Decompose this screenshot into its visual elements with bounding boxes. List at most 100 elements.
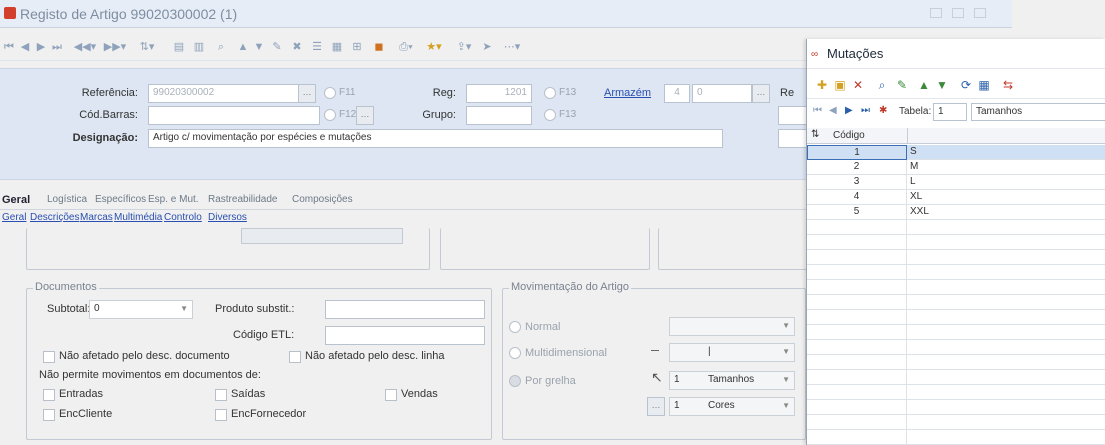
subtotal-select[interactable]: 0 ▼ (89, 300, 193, 319)
col-codigo[interactable]: Código (833, 130, 865, 141)
sort-icon[interactable]: ⇅ (811, 129, 819, 140)
nao-afetado-doc-checkbox[interactable] (43, 351, 55, 363)
grelha-row1-select[interactable]: 1 Tamanhos ▼ (669, 371, 795, 390)
table-row[interactable] (807, 325, 1105, 340)
multidimensional-radio[interactable] (509, 347, 521, 359)
edit-icon[interactable]: ✎ (270, 40, 284, 54)
vendas-checkbox[interactable] (385, 389, 397, 401)
back-icon[interactable]: ◀◀▾ (70, 40, 100, 54)
minimize-icon[interactable] (930, 8, 942, 18)
prev-record-icon[interactable]: ◀ (18, 40, 32, 54)
refresh-icon[interactable]: ⟳ (959, 78, 973, 92)
tabela-input[interactable]: 1 (933, 103, 967, 121)
export-icon[interactable]: ⇪▾ (452, 40, 476, 54)
cod-barras-lookup-button[interactable]: … (356, 106, 374, 125)
table-row[interactable]: 4 XL (807, 190, 1105, 205)
report-icon[interactable]: ◼ (372, 40, 386, 54)
subtab-descricoes[interactable]: Descrições (30, 212, 79, 223)
referencia-input[interactable]: 99020300002 (148, 84, 303, 103)
cod-barras-input[interactable] (148, 106, 320, 125)
reg-f13-radio[interactable] (544, 87, 556, 99)
grid-icon[interactable]: ▦ (977, 78, 991, 92)
remove-icon[interactable]: ✕ (851, 78, 865, 92)
table-row[interactable]: 2M (807, 160, 1105, 175)
tab-rastreabilidade[interactable]: Rastreabilidade (208, 194, 278, 205)
referencia-f11-radio[interactable] (324, 87, 336, 99)
swap-icon[interactable]: ⇆ (1001, 78, 1015, 92)
move-up-icon[interactable]: ▲ (917, 78, 931, 92)
last-icon[interactable]: ⏭ (861, 105, 870, 116)
normal-select[interactable]: ▼ (669, 317, 795, 336)
favorite-icon[interactable]: ★▾ (422, 40, 446, 54)
prev-icon[interactable]: ◀ (829, 105, 837, 116)
armazem-lookup-button[interactable]: … (752, 84, 770, 103)
filter-icon[interactable]: ⊞ (350, 40, 364, 54)
tab-especificos[interactable]: Específicos (95, 194, 146, 205)
maximize-icon[interactable] (952, 8, 964, 18)
tab-logistica[interactable]: Logística (47, 194, 87, 205)
normal-radio[interactable] (509, 321, 521, 333)
armazem-link[interactable]: Armazém (604, 87, 651, 99)
enc-cliente-checkbox[interactable] (43, 409, 55, 421)
grelha-row2-select[interactable]: 1 Cores ▼ (669, 397, 795, 416)
first-record-icon[interactable]: ⏮ (2, 40, 16, 54)
grupo-input[interactable] (466, 106, 532, 125)
table-row[interactable] (807, 400, 1105, 415)
table-row[interactable] (807, 370, 1105, 385)
subtab-marcas[interactable]: Marcas (80, 212, 113, 223)
sort-icon[interactable]: ⇅▾ (134, 40, 160, 54)
send-icon[interactable]: ➤ (480, 40, 494, 54)
table-row[interactable] (807, 250, 1105, 265)
copy-icon[interactable]: ▥ (192, 40, 206, 54)
list-icon[interactable]: ☰ (310, 40, 324, 54)
first-icon[interactable]: ⏮ (813, 105, 822, 116)
subtab-multimedia[interactable]: Multimédia (114, 212, 162, 223)
table-row[interactable]: 1S (807, 145, 1105, 160)
search-icon[interactable]: ⌕ (875, 78, 889, 92)
forward-icon[interactable]: ▶▶▾ (100, 40, 130, 54)
move-down-icon[interactable]: ▼ (935, 78, 949, 92)
side-input-2[interactable] (778, 129, 808, 148)
side-input-1[interactable] (778, 106, 808, 125)
next-icon[interactable]: ▶ (845, 105, 853, 116)
table-row[interactable] (807, 295, 1105, 310)
new-icon[interactable]: ✚ (815, 78, 829, 92)
table-row[interactable] (807, 310, 1105, 325)
table-row[interactable] (807, 385, 1105, 400)
nav-down-icon[interactable]: ▼ (252, 40, 266, 54)
armazem-code-input[interactable]: 4 (664, 84, 690, 103)
table-row[interactable] (807, 265, 1105, 280)
grupo-f13-radio[interactable] (544, 109, 556, 121)
table-row[interactable] (807, 235, 1105, 250)
table-row[interactable]: 3L (807, 175, 1105, 190)
por-grelha-radio[interactable] (509, 375, 521, 387)
cod-barras-f12-radio[interactable] (324, 109, 336, 121)
close-icon[interactable] (974, 8, 986, 18)
table-row[interactable] (807, 220, 1105, 235)
entradas-checkbox[interactable] (43, 389, 55, 401)
doc-icon[interactable]: ▤ (172, 40, 186, 54)
referencia-lookup-button[interactable]: … (298, 84, 316, 103)
find-icon[interactable]: ⌕ (214, 40, 228, 54)
edit-icon[interactable]: ✎ (895, 78, 909, 92)
nao-afetado-linha-checkbox[interactable] (289, 351, 301, 363)
more-icon[interactable]: ⋯▾ (500, 40, 524, 54)
table-row[interactable]: 5 XXL (807, 205, 1105, 220)
enc-fornecedor-checkbox[interactable] (215, 409, 227, 421)
table-row[interactable] (807, 430, 1105, 445)
produto-substit-input[interactable] (325, 300, 485, 319)
open-icon[interactable]: ▣ (833, 78, 847, 92)
next-record-icon[interactable]: ▶ (34, 40, 48, 54)
table-row[interactable] (807, 340, 1105, 355)
designacao-input[interactable]: Artigo c/ movimentação por espécies e mu… (148, 129, 723, 148)
pin-icon[interactable]: ✱ (879, 105, 887, 116)
saidas-checkbox[interactable] (215, 389, 227, 401)
tab-composicoes[interactable]: Composições (292, 194, 353, 205)
last-record-icon[interactable]: ⏭ (50, 40, 64, 54)
codigo-etl-input[interactable] (325, 326, 485, 345)
table-row[interactable] (807, 355, 1105, 370)
subtab-geral[interactable]: Geral (2, 212, 26, 223)
subtab-controlo[interactable]: Controlo (164, 212, 202, 223)
reg-input[interactable]: 1201 (466, 84, 532, 103)
tab-geral[interactable]: Geral (2, 194, 30, 206)
